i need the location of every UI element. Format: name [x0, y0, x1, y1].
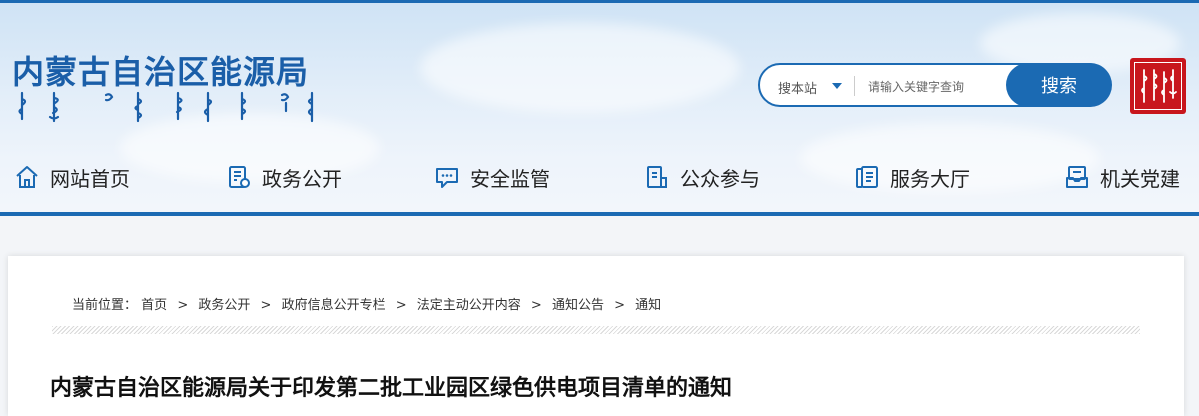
breadcrumb: 当前位置： 首页 > 政务公开 > 政府信息公开专栏 > 法定主动公开内容 > … — [72, 294, 661, 313]
list-document-icon — [856, 166, 878, 188]
chat-bubble-icon — [436, 168, 458, 188]
mongolian-seal-logo — [1130, 58, 1186, 114]
site-title[interactable]: 内蒙古自治区能源局 — [12, 47, 309, 93]
nav-item-public-participation[interactable]: 公众参与 — [644, 161, 760, 193]
home-icon — [16, 166, 38, 188]
clipboard-icon — [647, 166, 667, 188]
search-button[interactable]: 搜索 — [1006, 63, 1112, 107]
nav-item-home[interactable]: 网站首页 — [14, 161, 130, 193]
search-bar: 搜本站 搜索 — [758, 63, 1112, 107]
breadcrumb-separator: > — [530, 298, 542, 313]
article-title: 内蒙古自治区能源局关于印发第二批工业园区绿色供电项目清单的通知 — [50, 376, 733, 401]
breadcrumb-prefix: 当前位置： — [72, 298, 138, 313]
seal-script-icon — [1141, 69, 1177, 103]
breadcrumb-separator: > — [260, 298, 272, 313]
mongolian-script-logo — [18, 91, 314, 123]
chevron-down-icon[interactable] — [832, 83, 842, 89]
nav-label: 政务公开 — [262, 166, 342, 191]
nav-label: 网站首页 — [50, 166, 130, 191]
nav-label: 服务大厅 — [890, 166, 970, 191]
search-scope-select[interactable]: 搜本站 — [778, 78, 817, 97]
nav-label: 公众参与 — [680, 166, 760, 191]
breadcrumb-link-statutory-content[interactable]: 法定主动公开内容 — [417, 298, 521, 313]
breadcrumb-link-notices[interactable]: 通知 — [635, 298, 661, 313]
cloud-decoration — [420, 23, 740, 113]
nav-bottom-border — [0, 212, 1199, 216]
nav-label: 安全监管 — [470, 166, 550, 191]
content-panel: 当前位置： 首页 > 政务公开 > 政府信息公开专栏 > 法定主动公开内容 > … — [8, 256, 1184, 416]
nav-label: 机关党建 — [1100, 166, 1180, 191]
breadcrumb-link-info-disclosure[interactable]: 政府信息公开专栏 — [282, 298, 386, 313]
nav-item-safety-supervision[interactable]: 安全监管 — [434, 161, 550, 193]
nav-item-party-building[interactable]: 机关党建 — [1064, 161, 1180, 193]
breadcrumb-separator: > — [177, 298, 189, 313]
breadcrumb-link-announcements[interactable]: 通知公告 — [552, 298, 604, 313]
search-divider — [854, 76, 855, 96]
breadcrumb-separator: > — [395, 298, 407, 313]
inbox-icon — [1066, 166, 1088, 188]
search-input[interactable] — [866, 73, 1010, 101]
nav-item-government-affairs[interactable]: 政务公开 — [226, 161, 342, 193]
breadcrumb-separator: > — [614, 298, 626, 313]
breadcrumb-link-government-affairs[interactable]: 政务公开 — [198, 298, 250, 313]
site-header: 内蒙古自治区能源局 搜本站 搜索 — [0, 3, 1199, 212]
breadcrumb-link-home[interactable]: 首页 — [141, 298, 167, 313]
hatched-divider — [52, 326, 1140, 334]
nav-item-service-hall[interactable]: 服务大厅 — [854, 161, 970, 193]
document-settings-icon — [229, 166, 250, 188]
